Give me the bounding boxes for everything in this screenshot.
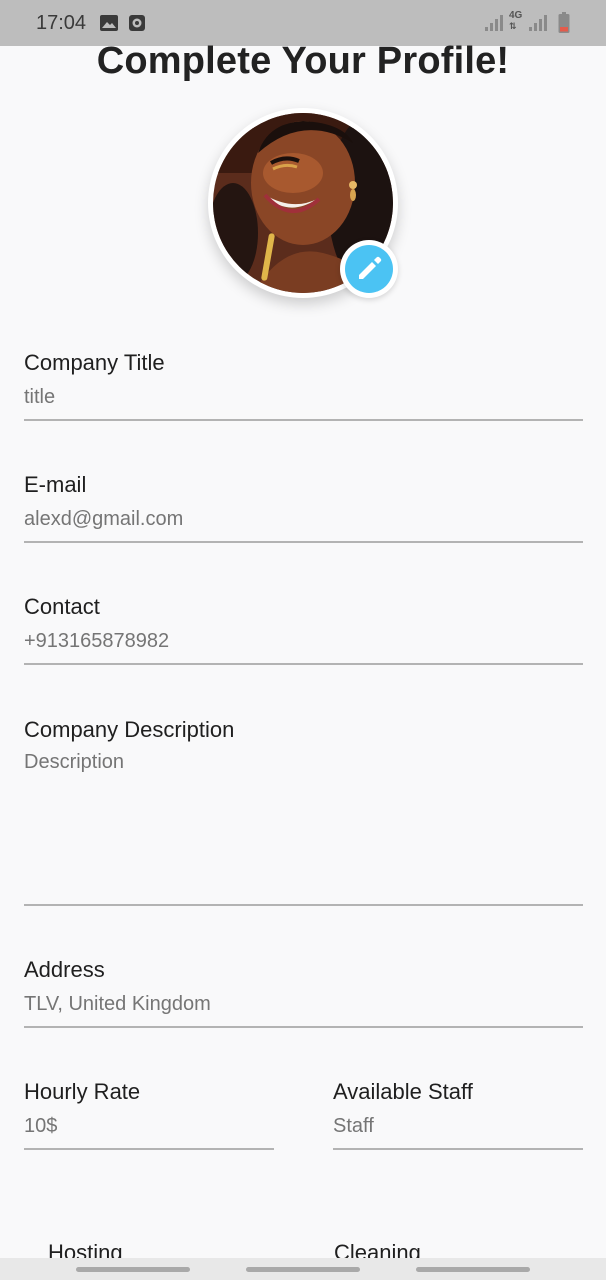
available-staff-underline [333,1148,583,1150]
contact-underline [24,663,583,665]
email-underline [24,541,583,543]
alarm-icon [129,15,145,31]
company-title-label: Company Title [24,350,165,375]
company-title-input[interactable] [24,386,583,409]
hourly-rate-field: Hourly Rate [24,1079,274,1151]
edit-avatar-button[interactable] [340,240,398,298]
status-time: 17:04 [36,12,87,34]
company-description-underline [24,904,583,906]
pencil-icon [359,256,382,279]
network-4g-icon: 4G ⇅ [509,10,523,32]
signal-icon [529,15,547,31]
available-staff-input[interactable] [333,1115,583,1138]
contact-label: Contact [24,594,100,619]
address-input[interactable] [24,993,583,1016]
nav-home-button[interactable] [246,1267,360,1272]
email-input[interactable] [24,508,583,531]
nav-recents-button[interactable] [76,1267,190,1272]
company-description-label: Company Description [24,717,235,742]
hourly-rate-input[interactable] [24,1115,274,1138]
signal-icon [485,15,503,31]
email-field: E-mail [24,472,583,544]
nav-back-button[interactable] [416,1267,530,1272]
address-label: Address [24,957,105,982]
email-label: E-mail [24,472,87,497]
company-description-input[interactable] [24,751,583,774]
network-label: 4G [509,10,523,21]
address-field: Address [24,957,583,1029]
company-title-underline [24,419,583,421]
available-staff-field: Available Staff [333,1079,583,1151]
company-description-field: Company Description [24,717,583,907]
battery-icon [558,12,570,33]
contact-input[interactable] [24,630,583,653]
page-title: Complete Your Profile! [96,40,510,82]
available-staff-label: Available Staff [333,1079,473,1104]
contact-field: Contact [24,594,583,666]
hourly-rate-label: Hourly Rate [24,1079,141,1104]
company-title-field: Company Title [24,350,583,422]
navigation-bar [0,1258,606,1280]
address-underline [24,1026,583,1028]
edit-avatar-circle [345,245,393,293]
hourly-rate-underline [24,1148,274,1150]
image-icon [100,15,118,31]
